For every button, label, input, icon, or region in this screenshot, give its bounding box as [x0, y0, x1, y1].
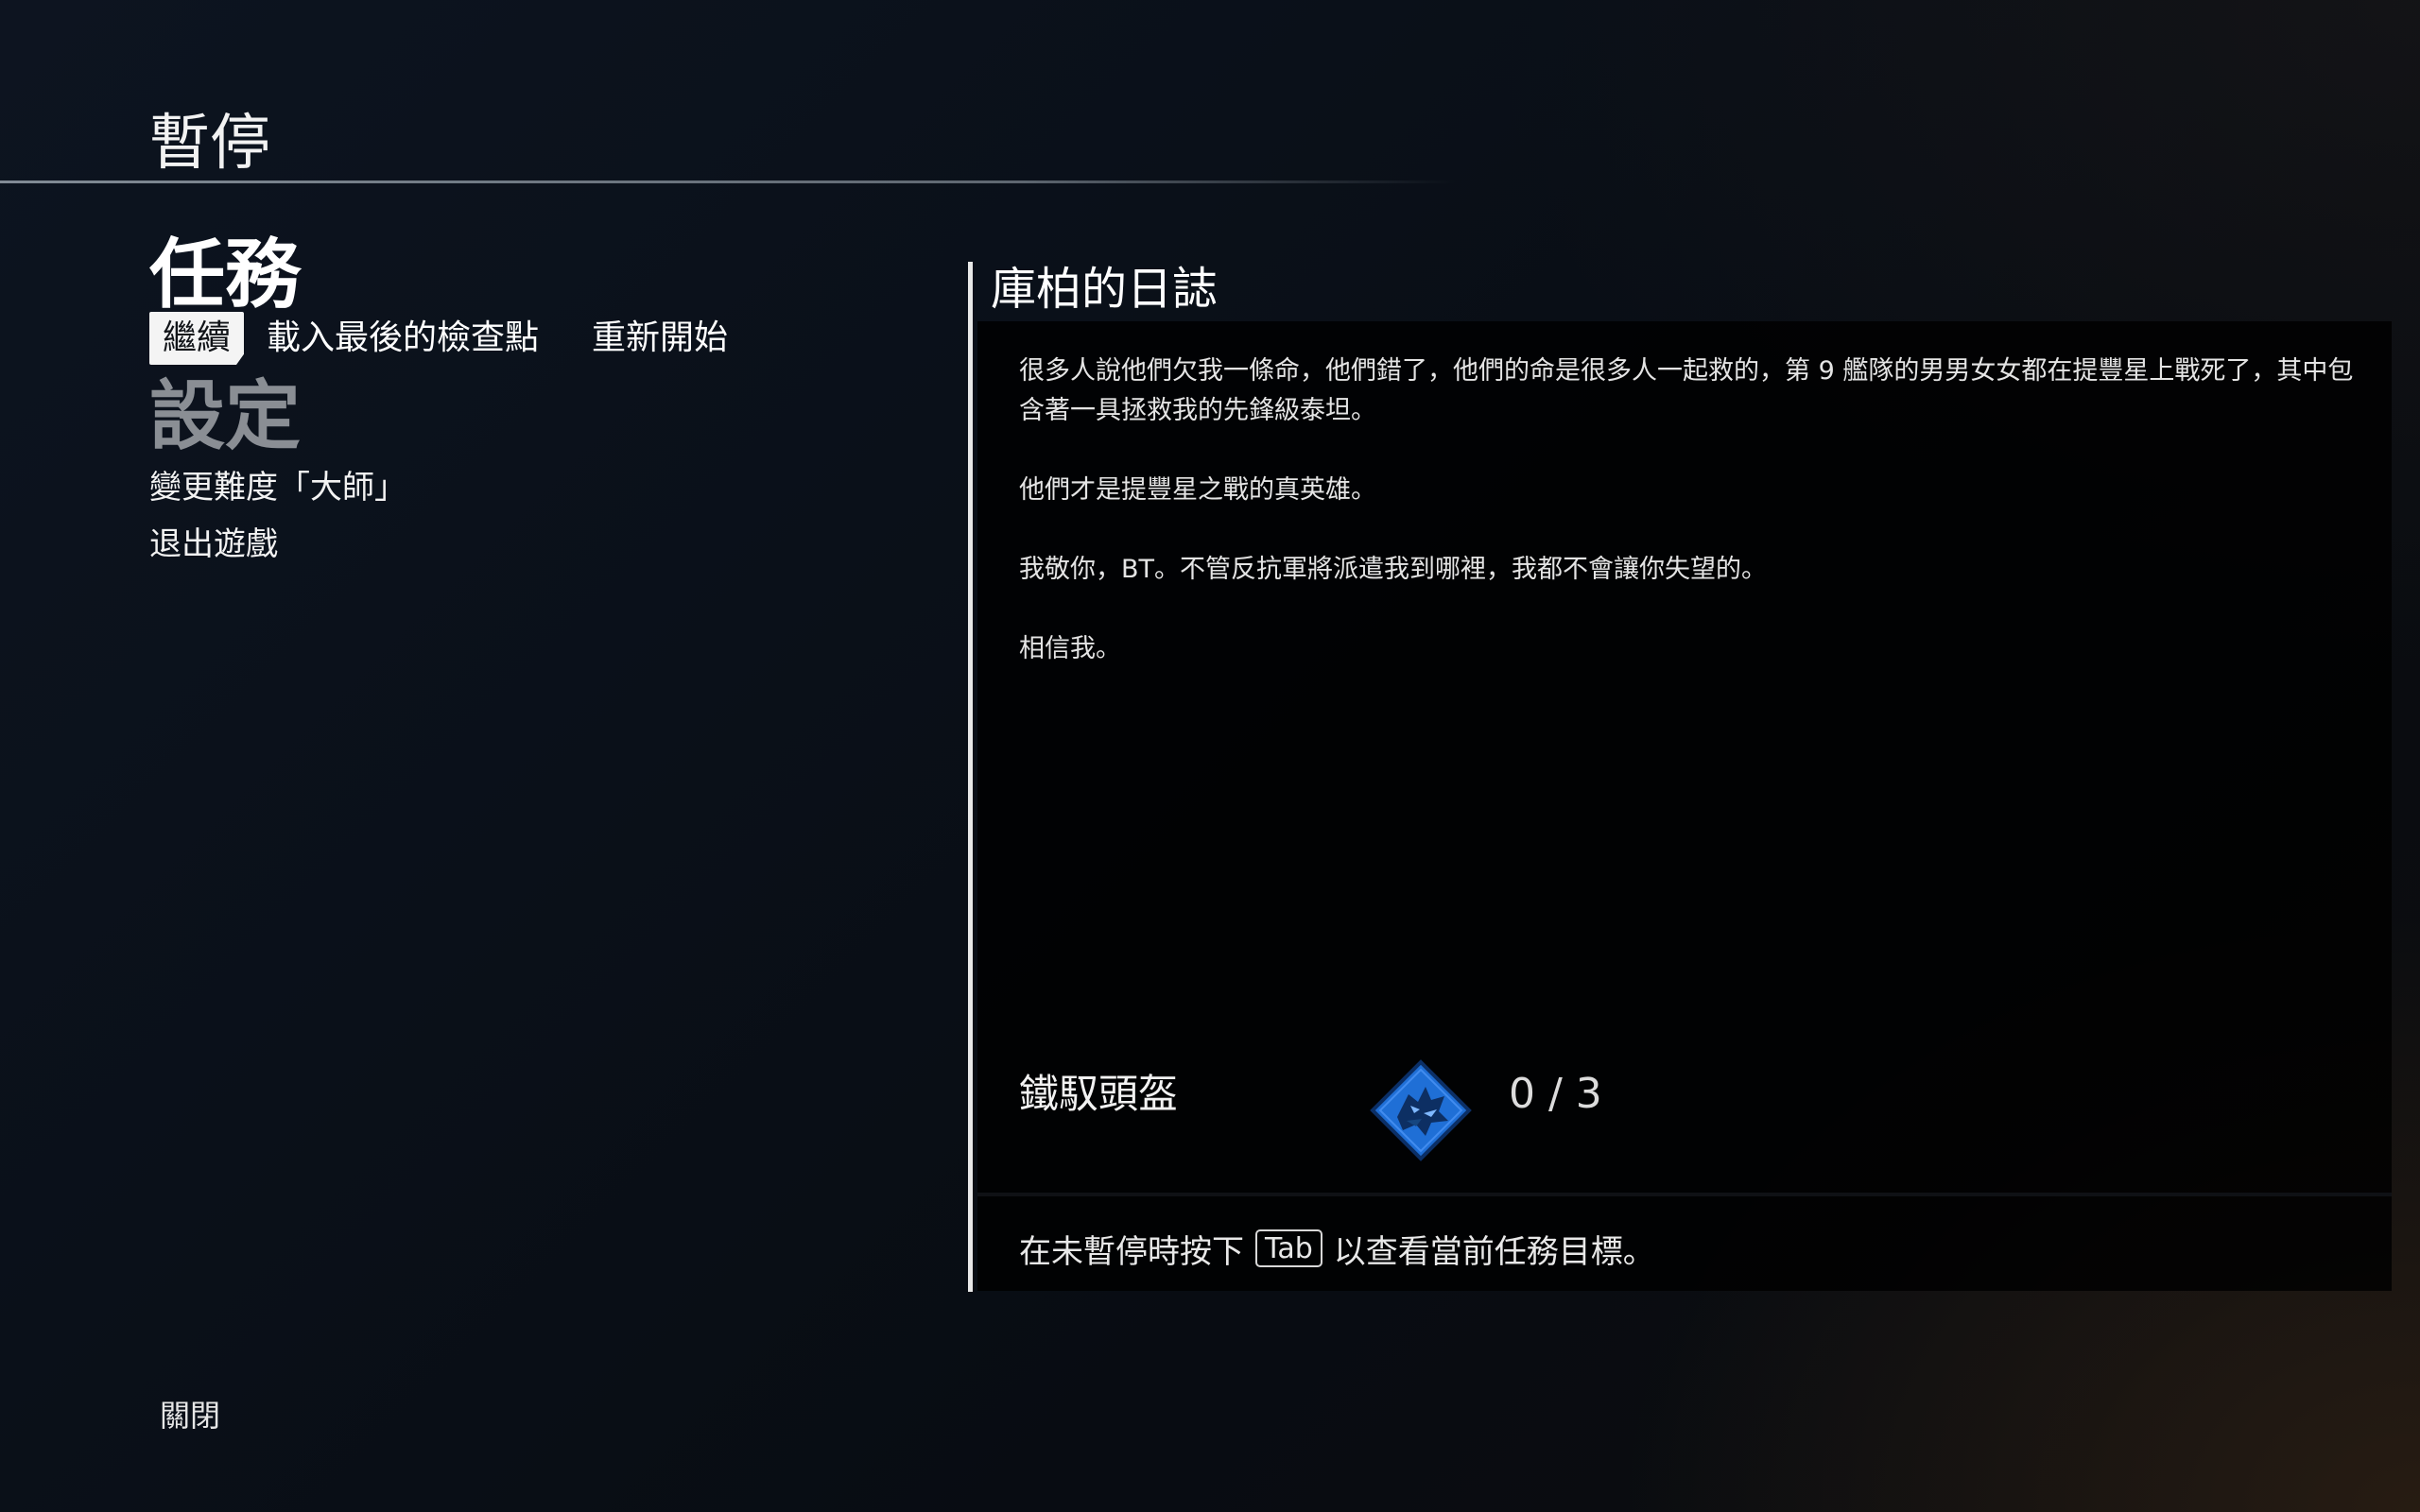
log-body: 很多人說他們欠我一條命，他們錯了，他們的命是很多人一起救的，第 9 艦隊的男男女… [1019, 352, 2361, 709]
mission-heading: 任務 [149, 231, 301, 318]
tab-key-icon: Tab [1255, 1229, 1322, 1267]
restart-button[interactable]: 重新開始 [592, 312, 728, 365]
panel-divider [977, 1193, 2392, 1196]
log-paragraph: 很多人說他們欠我一條命，他們錯了，他們的命是很多人一起救的，第 9 艦隊的男男女… [1019, 356, 2354, 425]
panel-accent-bar [968, 262, 973, 1292]
change-difficulty-button[interactable]: 變更難度「大師」 [149, 464, 406, 511]
title-divider [0, 180, 1456, 183]
hint-text-after: 以查看當前任務目標。 [1333, 1232, 1655, 1271]
page-title: 暫停 [149, 109, 270, 179]
mission-actions: 繼續 載入最後的檢查點 重新開始 [149, 312, 728, 365]
hint-text-before: 在未暫停時按下 [1019, 1232, 1244, 1271]
collectible-name: 鐵馭頭盔 [1019, 1071, 1179, 1117]
log-paragraph: 相信我。 [1019, 634, 1121, 663]
log-paragraph: 我敬你，BT。不管反抗軍將派遣我到哪裡，我都不會讓你失望的。 [1019, 555, 1768, 584]
log-paragraph: 他們才是提豐星之戰的真英雄。 [1019, 475, 1376, 505]
pause-menu-screen: 暫停 任務 繼續 載入最後的檢查點 重新開始 設定 變更難度「大師」 退出遊戲 … [0, 0, 2420, 1512]
load-last-checkpoint-button[interactable]: 載入最後的檢查點 [267, 312, 539, 365]
objective-hint: 在未暫停時按下 Tab 以查看當前任務目標。 [1019, 1223, 1655, 1274]
collectible-count: 0 / 3 [1509, 1070, 1602, 1118]
quit-game-button[interactable]: 退出遊戲 [149, 521, 278, 568]
close-button[interactable]: 關閉 [160, 1394, 220, 1437]
continue-button[interactable]: 繼續 [149, 312, 245, 365]
settings-heading: 設定 [149, 372, 301, 460]
helmet-emblem-icon [1369, 1058, 1473, 1162]
log-title: 庫柏的日誌 [991, 263, 1219, 316]
